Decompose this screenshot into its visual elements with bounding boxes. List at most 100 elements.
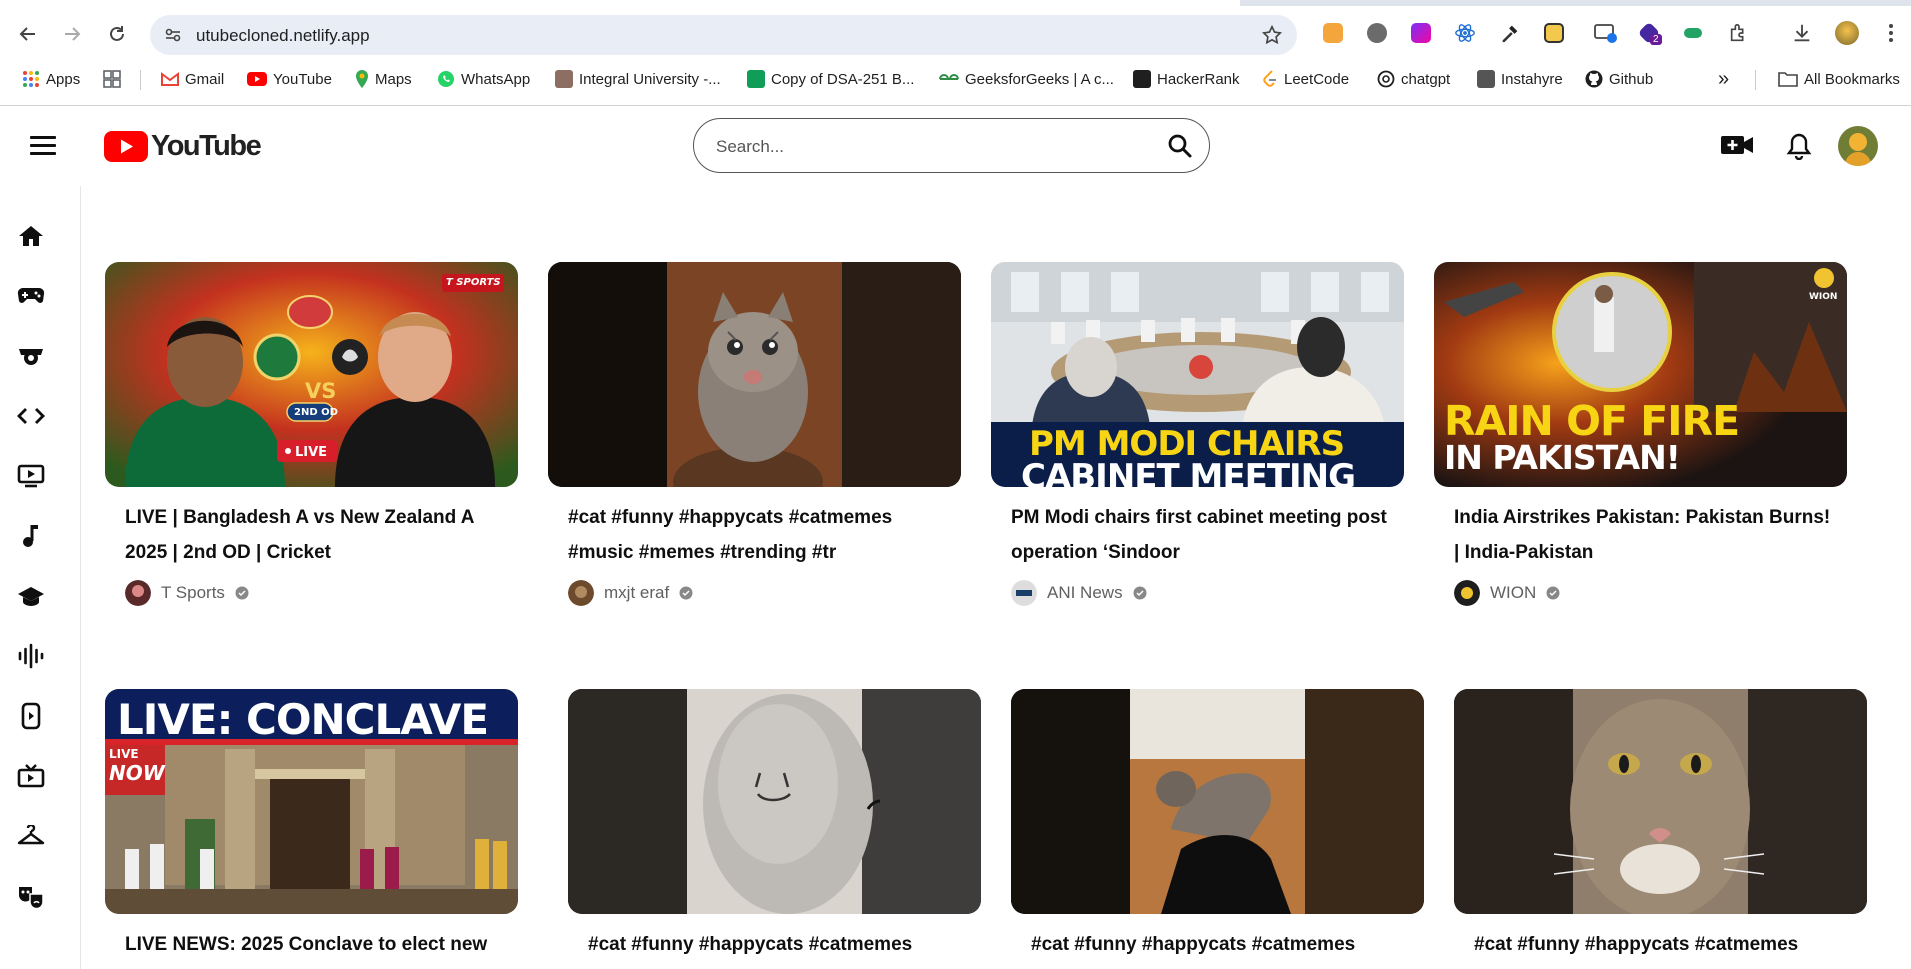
extension-8-icon[interactable]: 2 xyxy=(1636,20,1662,46)
bookmark-dsa-sheet[interactable]: Copy of DSA-251 B... xyxy=(747,68,914,90)
extensions-puzzle-icon[interactable] xyxy=(1726,20,1752,46)
bookmark-geeksforgeeks[interactable]: GeeksforGeeks | A c... xyxy=(939,68,1114,90)
extension-6-icon[interactable] xyxy=(1541,20,1567,46)
color-picker-icon[interactable] xyxy=(1497,20,1523,46)
bookmark-label: Github xyxy=(1609,70,1654,88)
bookmark-tab-groups[interactable] xyxy=(103,68,121,90)
university-icon xyxy=(555,70,573,88)
bookmark-instahyre[interactable]: Instahyre xyxy=(1477,68,1563,90)
bookmark-maps[interactable]: Maps xyxy=(355,68,412,90)
browser-toolbar: utubecloned.netlify.app 2 Apps Gmail You… xyxy=(0,0,1911,105)
code-icon[interactable] xyxy=(17,402,45,430)
video-thumbnail[interactable] xyxy=(568,689,981,914)
chatgpt-icon xyxy=(1377,70,1395,88)
extension-3-icon[interactable] xyxy=(1408,20,1434,46)
thumbnail-badge: 2ND OD xyxy=(294,407,338,418)
video-card[interactable]: PM MODI CHAIRS CABINET MEETING PM Modi c… xyxy=(991,262,1404,606)
bookmark-chatgpt[interactable]: chatgpt xyxy=(1377,68,1450,90)
bookmark-whatsapp[interactable]: WhatsApp xyxy=(437,68,530,90)
video-thumbnail[interactable] xyxy=(548,262,961,487)
hamburger-menu-icon[interactable] xyxy=(30,136,56,156)
video-card[interactable]: #cat #funny #happycats #catmemes xyxy=(1454,689,1867,955)
search-icon[interactable] xyxy=(1167,133,1193,159)
back-button[interactable] xyxy=(12,18,44,50)
video-card[interactable]: #cat #funny #happycats #catmemes #music … xyxy=(548,262,961,606)
home-icon[interactable] xyxy=(17,222,45,250)
menu-kebab-icon[interactable] xyxy=(1878,20,1904,46)
video-thumbnail[interactable] xyxy=(1454,689,1867,914)
extension-9-icon[interactable] xyxy=(1680,20,1706,46)
video-title[interactable]: #cat #funny #happycats #catmemes xyxy=(1474,927,1854,962)
bookmark-hackerrank[interactable]: HackerRank xyxy=(1133,68,1240,90)
tab-strip xyxy=(0,0,1911,6)
games-icon[interactable] xyxy=(17,282,45,310)
video-title[interactable]: PM Modi chairs first cabinet meeting pos… xyxy=(1011,500,1391,570)
video-thumbnail[interactable]: VS 2ND OD LIVE T SPORTS xyxy=(105,262,518,487)
create-video-icon[interactable] xyxy=(1720,130,1754,160)
profile-avatar-icon[interactable] xyxy=(1834,20,1860,46)
gmail-icon xyxy=(161,72,179,86)
all-bookmarks-button[interactable]: All Bookmarks xyxy=(1778,68,1900,90)
video-card[interactable]: #cat #funny #happycats #catmemes xyxy=(568,689,981,955)
bookmark-apps[interactable]: Apps xyxy=(22,68,80,90)
site-info-icon[interactable] xyxy=(164,26,182,44)
video-title[interactable]: #cat #funny #happycats #catmemes xyxy=(1031,927,1411,962)
bookmark-star-icon[interactable] xyxy=(1261,24,1283,46)
video-title[interactable]: India Airstrikes Pakistan: Pakistan Burn… xyxy=(1454,500,1834,570)
extension-1-icon[interactable] xyxy=(1320,20,1346,46)
video-thumbnail[interactable]: LIVE: CONCLAVE LIVE NOW xyxy=(105,689,518,914)
video-title[interactable]: LIVE | Bangladesh A vs New Zealand A 202… xyxy=(125,500,505,570)
extension-2-icon[interactable] xyxy=(1364,20,1390,46)
url-text[interactable]: utubecloned.netlify.app xyxy=(196,26,370,46)
channel-info[interactable]: ANI News xyxy=(1011,580,1147,606)
education-icon[interactable] xyxy=(17,582,45,610)
channel-info[interactable]: T Sports xyxy=(125,580,249,606)
channel-info[interactable]: WION xyxy=(1454,580,1560,606)
video-card[interactable]: #cat #funny #happycats #catmemes xyxy=(1011,689,1424,955)
cat-closeup-thumbnail-image xyxy=(1454,689,1867,914)
channel-name: WION xyxy=(1490,583,1537,602)
podcast-icon[interactable] xyxy=(17,642,45,670)
downloads-icon[interactable] xyxy=(1789,20,1815,46)
whatsapp-icon xyxy=(438,71,454,87)
bookmark-github[interactable]: Github xyxy=(1585,68,1653,90)
instahyre-icon xyxy=(1477,70,1495,88)
video-card[interactable]: LIVE: CONCLAVE LIVE NOW LIVE NEWS: 2025 … xyxy=(105,689,518,955)
video-title[interactable]: LIVE NEWS: 2025 Conclave to elect new xyxy=(125,927,505,962)
bookmark-leetcode[interactable]: LeetCode xyxy=(1262,68,1349,90)
reload-button[interactable] xyxy=(101,18,133,50)
music-icon[interactable] xyxy=(17,522,45,550)
address-bar[interactable]: utubecloned.netlify.app xyxy=(150,15,1297,55)
video-title[interactable]: #cat #funny #happycats #catmemes xyxy=(588,927,968,962)
anime-icon[interactable] xyxy=(17,342,45,370)
bookmark-gmail[interactable]: Gmail xyxy=(161,68,224,90)
search-input[interactable] xyxy=(714,133,1138,161)
bookmark-youtube[interactable]: YouTube xyxy=(247,68,332,90)
shorts-icon[interactable] xyxy=(17,702,45,730)
logo[interactable]: YouTube xyxy=(104,130,262,163)
live-badge: LIVE xyxy=(295,445,328,460)
cast-icon[interactable] xyxy=(1592,20,1618,46)
forward-button[interactable] xyxy=(56,18,88,50)
bookmark-label: HackerRank xyxy=(1157,70,1240,88)
video-thumbnail[interactable]: PM MODI CHAIRS CABINET MEETING xyxy=(991,262,1404,487)
drama-masks-icon[interactable] xyxy=(17,882,45,910)
video-card[interactable]: RAIN OF FIRE IN PAKISTAN! WION India Air… xyxy=(1434,262,1847,606)
channel-info[interactable]: mxjt eraf xyxy=(568,580,693,606)
react-devtools-icon[interactable] xyxy=(1452,20,1478,46)
avatar[interactable] xyxy=(1838,126,1878,166)
tv-icon[interactable] xyxy=(17,762,45,790)
channel-name: ANI News xyxy=(1047,583,1123,602)
video-thumbnail[interactable]: RAIN OF FIRE IN PAKISTAN! WION xyxy=(1434,262,1847,487)
verified-check-icon xyxy=(1133,586,1147,600)
bookmark-integral-university[interactable]: Integral University -... xyxy=(555,68,721,90)
live-icon[interactable] xyxy=(17,462,45,490)
fashion-hanger-icon[interactable] xyxy=(17,822,45,850)
more-bookmarks-button[interactable]: » xyxy=(1718,68,1729,90)
video-title[interactable]: #cat #funny #happycats #catmemes #music … xyxy=(568,500,948,570)
notifications-bell-icon[interactable] xyxy=(1786,132,1812,160)
video-card[interactable]: VS 2ND OD LIVE T SPORTS LIVE | Banglades… xyxy=(105,262,518,606)
search-box[interactable] xyxy=(693,118,1210,173)
github-icon xyxy=(1585,70,1603,88)
video-thumbnail[interactable] xyxy=(1011,689,1424,914)
